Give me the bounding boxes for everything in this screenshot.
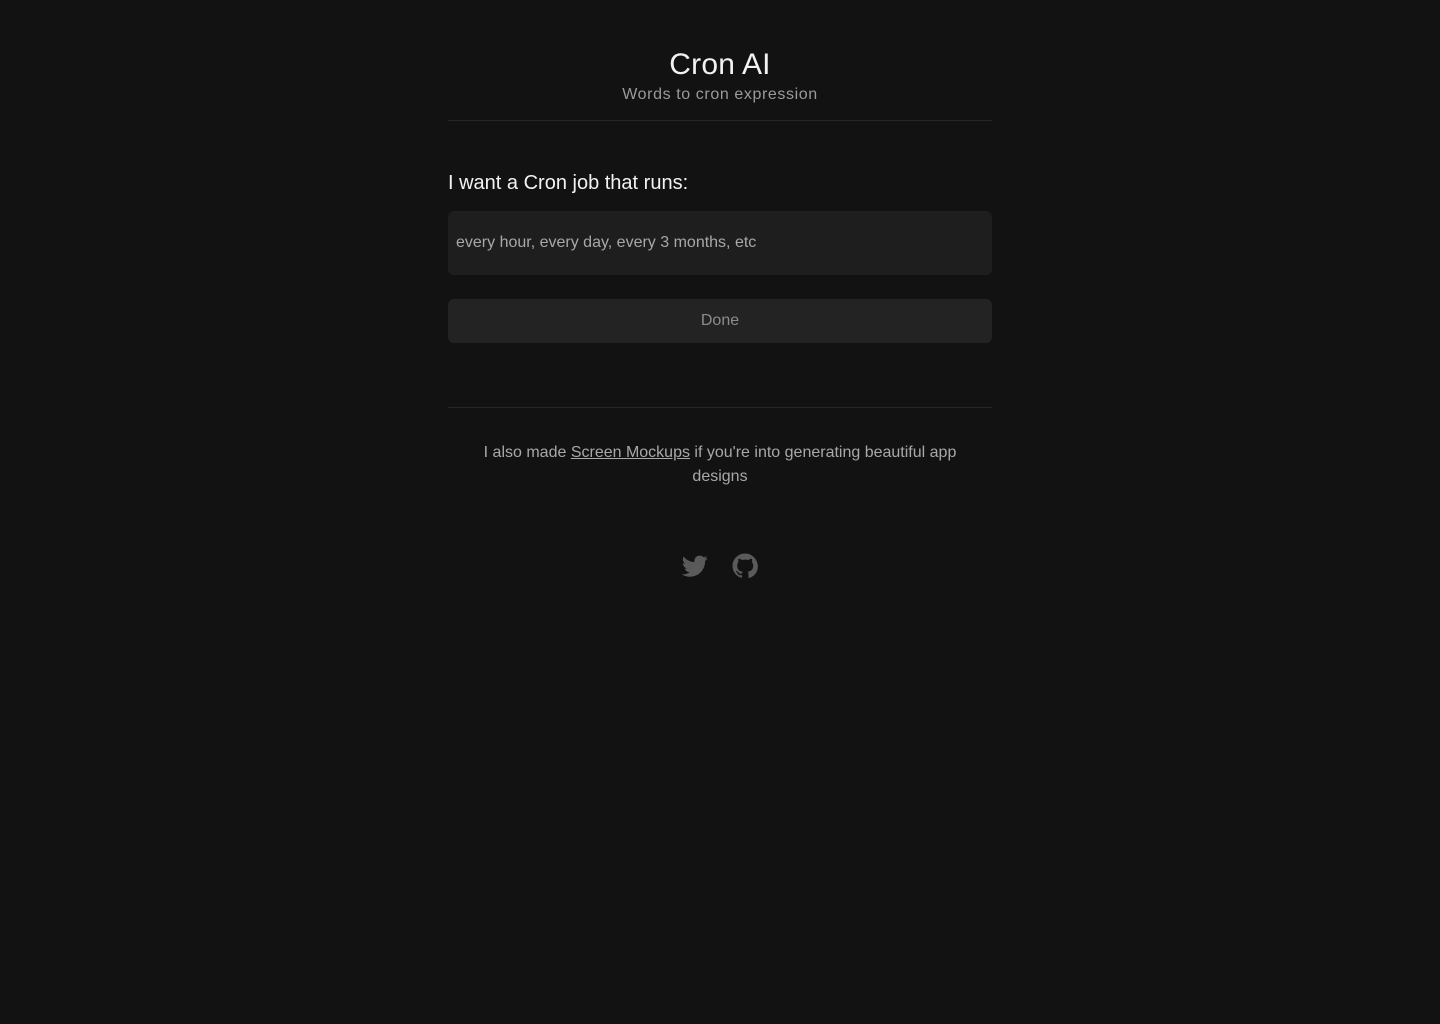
page-title: Cron AI — [669, 48, 771, 81]
promo-prefix: I also made — [483, 444, 571, 461]
done-button[interactable]: Done — [448, 299, 992, 343]
github-icon — [732, 553, 758, 579]
promo-suffix: if you're into generating beautiful app … — [689, 444, 957, 485]
page-container: Cron AI Words to cron expression I want … — [448, 0, 992, 579]
cron-description-input[interactable] — [456, 234, 984, 252]
social-links — [448, 553, 992, 579]
twitter-icon — [682, 553, 708, 579]
github-link[interactable] — [732, 553, 758, 579]
footer-divider — [448, 407, 992, 408]
cron-form: I want a Cron job that runs: Done — [448, 121, 992, 343]
page-header: Cron AI Words to cron expression — [448, 0, 992, 121]
twitter-link[interactable] — [682, 553, 708, 579]
screen-mockups-link[interactable]: Screen Mockups — [571, 444, 690, 461]
cron-input-wrapper[interactable] — [448, 211, 992, 275]
cron-prompt-label: I want a Cron job that runs: — [448, 172, 689, 194]
promo-text: I also made Screen Mockups if you're int… — [448, 441, 992, 489]
page-subtitle: Words to cron expression — [622, 86, 818, 103]
